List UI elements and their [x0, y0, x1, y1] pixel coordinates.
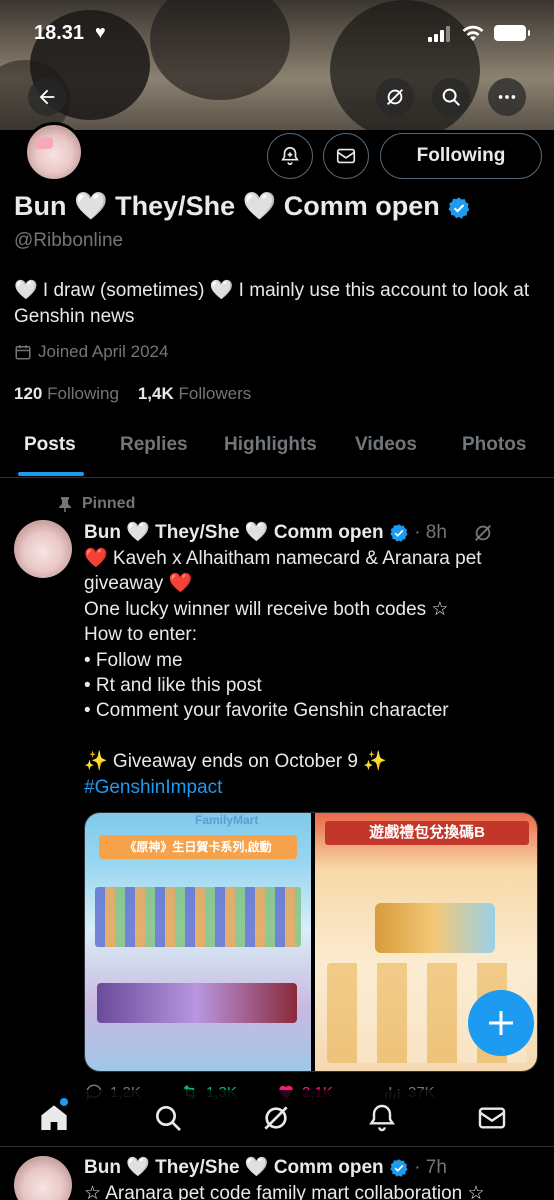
- followers-label: Followers: [178, 384, 252, 403]
- media-brand-text: FamilyMart: [195, 813, 259, 827]
- message-button[interactable]: [323, 133, 369, 179]
- envelope-icon: [336, 148, 356, 164]
- back-button[interactable]: [28, 78, 66, 116]
- plus-icon: [489, 1011, 513, 1035]
- verified-badge-icon: [448, 197, 470, 219]
- post-time: · 7h: [414, 1157, 447, 1178]
- grok-icon: [387, 89, 403, 105]
- following-count: 120: [14, 384, 43, 403]
- notifications-icon[interactable]: [366, 1102, 398, 1134]
- post-avatar[interactable]: [14, 520, 72, 578]
- grok-button[interactable]: [376, 78, 414, 116]
- post-line: One lucky winner will receive both codes…: [84, 598, 449, 620]
- media-right-title: 遊戲禮包兌換碼B: [325, 821, 529, 845]
- following-link[interactable]: 120 Following: [14, 384, 119, 403]
- card-grid-graphic: [95, 887, 301, 947]
- heart-icon: ♥: [95, 22, 106, 42]
- notification-button[interactable]: [267, 133, 313, 179]
- battery-icon: [494, 25, 530, 41]
- wifi-icon: [462, 25, 484, 41]
- post-line: ❤️ Kaveh x Alhaitham namecard & Aranara …: [84, 548, 482, 569]
- active-tab-indicator: [18, 472, 84, 476]
- post-line: • Comment your favorite Genshin characte…: [84, 700, 449, 722]
- tab-replies[interactable]: Replies: [120, 434, 188, 456]
- calendar-icon: [15, 345, 31, 360]
- tab-photos[interactable]: Photos: [462, 434, 526, 456]
- arrow-left-icon: [39, 89, 55, 105]
- post-time: · 8h: [414, 522, 447, 543]
- post-author[interactable]: Bun 🤍 They/She 🤍 Comm open: [84, 522, 384, 543]
- profile-bio: 🤍 I draw (sometimes) 🤍 I mainly use this…: [14, 280, 530, 327]
- compose-button[interactable]: [468, 990, 534, 1056]
- tab-posts[interactable]: Posts: [24, 434, 76, 456]
- post-line: • Follow me: [84, 649, 183, 671]
- profile-name-text: Bun 🤍 They/She 🤍 Comm open: [14, 191, 440, 221]
- media-left-title: 《原神》生日賀卡系列,啟動: [99, 835, 297, 859]
- search-icon[interactable]: [152, 1102, 184, 1134]
- profile-tabs: Posts Replies Highlights Videos Photos: [0, 420, 554, 478]
- bell-plus-icon: [281, 146, 299, 166]
- joined-date: Joined April 2024: [14, 342, 168, 362]
- status-bar: 18.31 ♥: [0, 18, 554, 48]
- post-line: • Rt and like this post: [84, 674, 262, 696]
- post-line: How to enter:: [84, 624, 197, 646]
- post-header: Bun 🤍 They/She 🤍 Comm open · 8h: [84, 520, 494, 544]
- post-author[interactable]: Bun 🤍 They/She 🤍 Comm open: [84, 1157, 384, 1178]
- pinned-label: Pinned: [82, 495, 136, 512]
- verified-badge-icon: [390, 524, 408, 542]
- post-line: ✨ Giveaway ends on October 9 ✨: [84, 751, 387, 773]
- search-button[interactable]: [432, 78, 470, 116]
- profile-handle: @Ribbonline: [14, 230, 124, 251]
- followers-count: 1,4K: [137, 384, 174, 403]
- post-line: [84, 724, 524, 749]
- following-button[interactable]: Following: [380, 133, 542, 179]
- profile-name: Bun 🤍 They/She 🤍 Comm open: [14, 190, 471, 222]
- bottom-nav: [0, 1090, 554, 1146]
- tab-videos[interactable]: Videos: [355, 434, 417, 456]
- more-icon: [498, 95, 516, 99]
- divider: [0, 1146, 554, 1147]
- follow-stats: 120 Following 1,4K Followers: [14, 384, 251, 404]
- messages-icon[interactable]: [476, 1102, 508, 1134]
- cards-graphic: [97, 983, 297, 1023]
- home-notification-dot: [60, 1098, 68, 1106]
- pinned-indicator: Pinned: [58, 495, 135, 513]
- grok-icon[interactable]: [472, 522, 494, 544]
- more-button[interactable]: [488, 78, 526, 116]
- following-label: Following: [47, 384, 119, 403]
- post-line: giveaway ❤️: [84, 573, 193, 595]
- post-header: Bun 🤍 They/She 🤍 Comm open · 7h: [84, 1155, 447, 1179]
- status-time: 18.31: [34, 22, 85, 44]
- grok-icon[interactable]: [260, 1102, 292, 1134]
- avatar[interactable]: [24, 122, 84, 182]
- joined-text: Joined April 2024: [38, 342, 169, 361]
- home-icon[interactable]: [38, 1102, 70, 1134]
- post-avatar[interactable]: [14, 1156, 72, 1200]
- verified-badge-icon: [390, 1159, 408, 1177]
- tab-highlights[interactable]: Highlights: [224, 434, 317, 456]
- post-text: ☆ Aranara pet code family mart collabora…: [84, 1183, 485, 1200]
- post-text: ❤️ Kaveh x Alhaitham namecard & Aranara …: [84, 546, 524, 800]
- hashtag-link[interactable]: #GenshinImpact: [84, 775, 524, 800]
- drinks-graphic: [375, 903, 495, 953]
- followers-link[interactable]: 1,4K Followers: [138, 384, 251, 403]
- pin-icon: [59, 497, 71, 512]
- search-icon: [442, 88, 460, 106]
- media-image-left[interactable]: FamilyMart 《原神》生日賀卡系列,啟動: [85, 813, 311, 1071]
- signal-icon: [428, 26, 450, 42]
